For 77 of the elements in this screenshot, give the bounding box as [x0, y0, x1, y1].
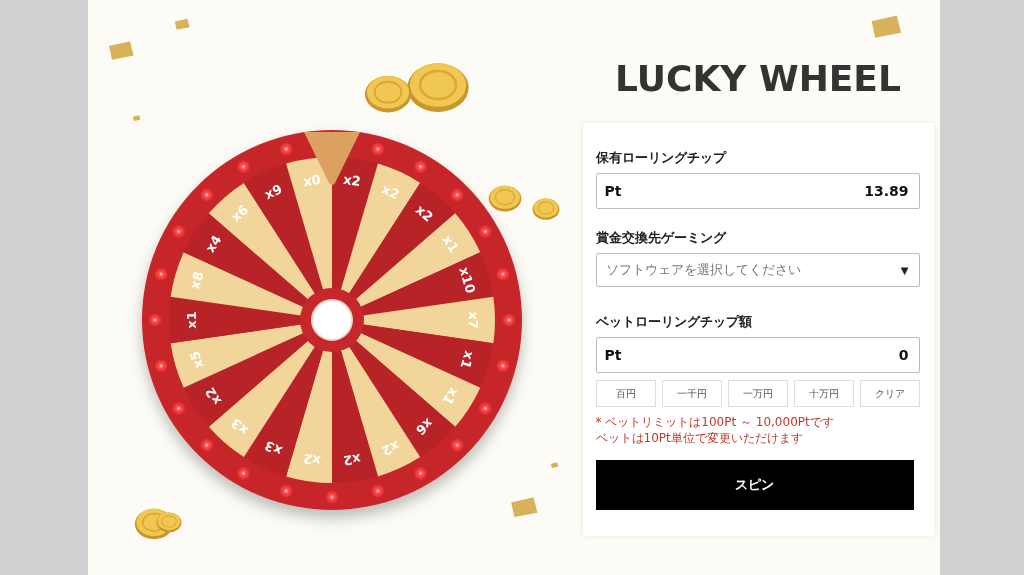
field-label: 保有ローリングチップ — [595, 149, 728, 167]
unit-label: Pt — [604, 183, 623, 199]
confetti-icon — [173, 18, 191, 31]
note-text: * ベットリミットは100Pt ～ 10,000Ptです — [595, 414, 835, 430]
segment-label: x5 — [187, 349, 207, 371]
unit-label: Pt — [604, 347, 623, 363]
confetti-icon — [508, 496, 540, 519]
segment-label: x1 — [439, 232, 462, 256]
light-bulb-icon — [279, 484, 293, 498]
field-label: ベットローリングチップ額 — [595, 313, 753, 331]
light-bulb-icon — [200, 188, 214, 202]
light-bulb-icon — [414, 466, 427, 480]
amount-field[interactable]: Pt 13.89 — [595, 173, 920, 209]
segment-label: x3 — [228, 415, 252, 438]
caret-icon: ▼ — [900, 264, 909, 276]
field-value: 0 — [898, 347, 909, 363]
segment-label: x8 — [187, 269, 207, 291]
light-bulb-icon — [200, 438, 214, 452]
segment-label: x1 — [439, 384, 462, 408]
select-field[interactable]: ソフトウェアを選択してください ▼ — [595, 253, 920, 287]
light-bulb-icon — [279, 142, 293, 156]
segment-label: x2 — [379, 181, 402, 203]
segment-label: x6 — [228, 202, 252, 225]
spin-button[interactable]: スピン — [595, 460, 914, 510]
page-title: LUCKY WHEEL — [615, 58, 901, 99]
segment-label: x2 — [302, 450, 322, 469]
segment-label: x4 — [202, 232, 225, 256]
pointer-icon — [304, 132, 360, 185]
wheel-hub — [300, 288, 364, 352]
segment-label: x10 — [456, 265, 479, 296]
segment-label: x1 — [457, 349, 477, 371]
amount-button[interactable]: 百円 — [595, 380, 656, 407]
segment-label: x2 — [342, 171, 362, 190]
light-bulb-icon — [172, 225, 186, 238]
segment-label: x0 — [302, 171, 322, 190]
field-label: 賞金交換先ゲーミング — [595, 229, 728, 247]
note-text: ベットは10Pt単位で変更いただけます — [595, 430, 804, 446]
light-bulb-icon — [325, 490, 339, 504]
coin-icon — [364, 75, 412, 114]
light-bulb-icon — [371, 484, 385, 498]
field-value: 13.89 — [864, 183, 909, 199]
light-bulb-icon — [478, 402, 492, 415]
segment-label: x2 — [379, 437, 402, 459]
segment-label: x1 — [183, 311, 199, 329]
light-bulb-icon — [237, 466, 250, 480]
light-bulb-icon — [154, 267, 168, 281]
light-bulb-icon — [414, 160, 427, 174]
amount-button[interactable]: 十万円 — [793, 380, 854, 407]
coin-icon — [406, 62, 470, 114]
segment-label: x2 — [202, 384, 225, 408]
light-bulb-icon — [496, 359, 510, 373]
segment-label: x6 — [412, 415, 436, 438]
light-bulb-icon — [450, 188, 464, 202]
coin-icon — [532, 198, 560, 221]
confetti-icon — [132, 115, 141, 122]
confetti-icon — [550, 462, 559, 469]
amount-button[interactable]: 一千円 — [661, 380, 722, 407]
segment-label: x2 — [412, 202, 436, 225]
amount-button[interactable]: 一万円 — [727, 380, 788, 407]
light-bulb-icon — [237, 160, 250, 174]
placeholder-text: ソフトウェアを選択してください — [605, 261, 801, 279]
light-bulb-icon — [450, 438, 464, 452]
coin-icon — [488, 185, 522, 213]
light-bulb-icon — [496, 267, 510, 281]
amount-field[interactable]: Pt 0 — [595, 337, 920, 373]
amount-button[interactable]: クリア — [859, 380, 920, 407]
segment-label: x2 — [342, 450, 362, 469]
segment-label: x7 — [465, 311, 481, 329]
light-bulb-icon — [502, 313, 516, 327]
segment-label: x9 — [262, 181, 285, 203]
segment-label: x3 — [262, 437, 285, 459]
confetti-icon — [106, 40, 136, 61]
light-bulb-icon — [154, 359, 168, 373]
light-bulb-icon — [172, 402, 186, 415]
light-bulb-icon — [371, 142, 385, 156]
light-bulb-icon — [478, 225, 492, 238]
light-bulb-icon — [148, 313, 162, 327]
